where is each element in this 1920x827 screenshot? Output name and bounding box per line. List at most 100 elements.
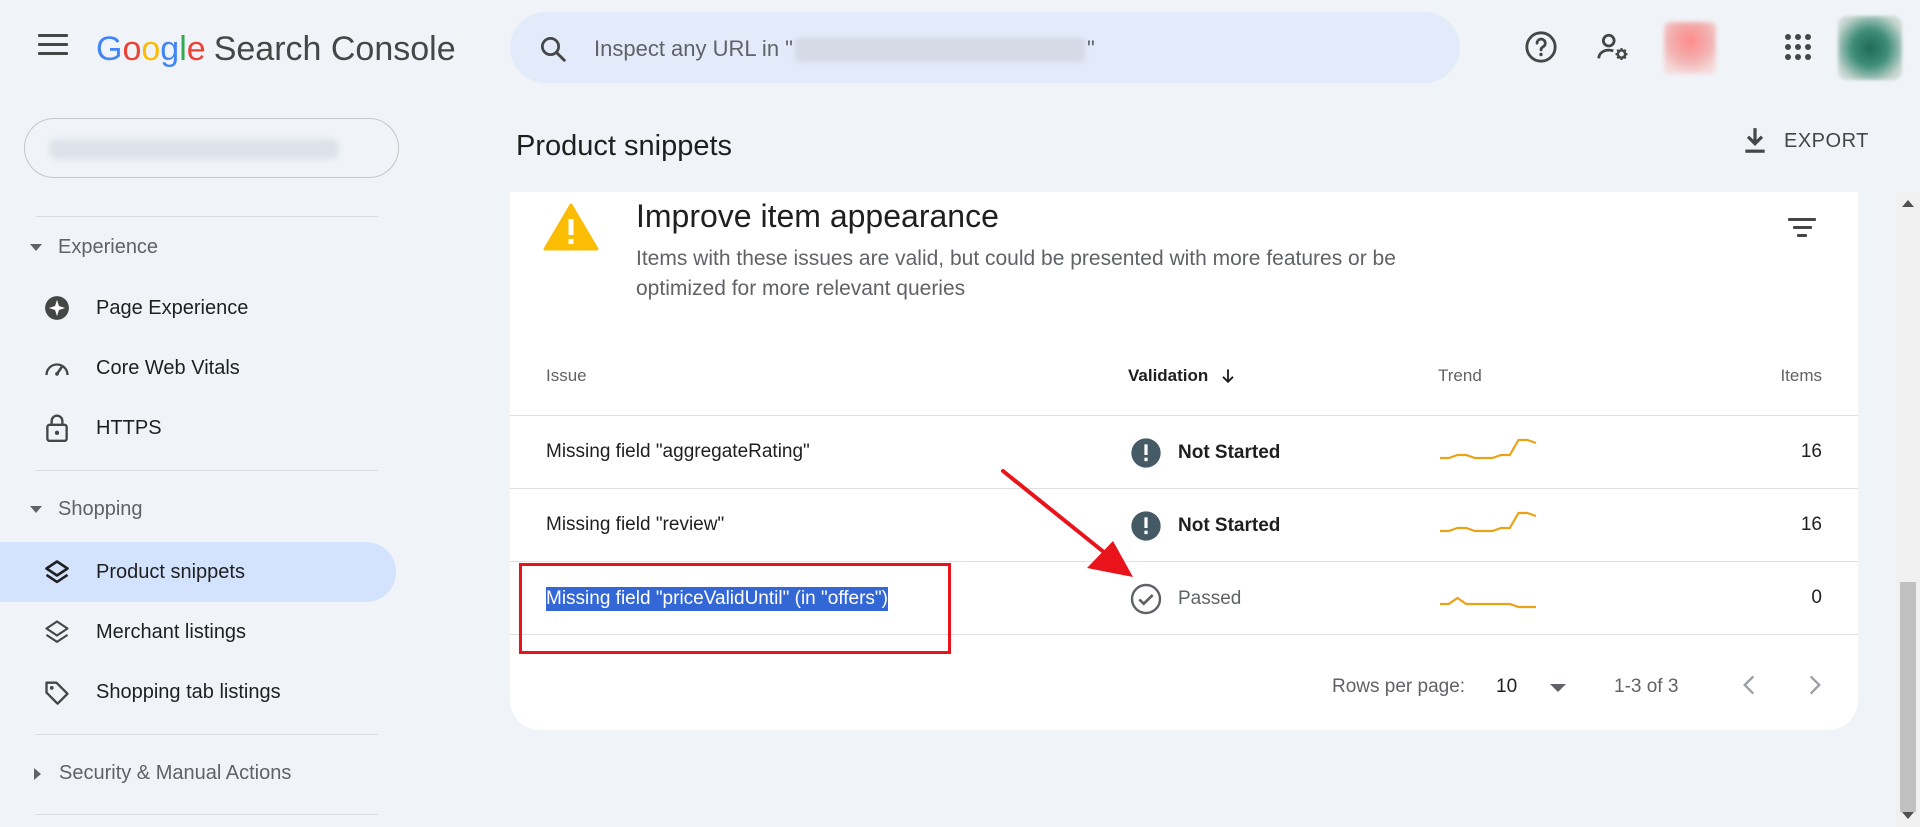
chevron-right-icon[interactable]: [1802, 670, 1828, 700]
sidebar-divider: [36, 470, 378, 471]
search-placeholder-suffix: ": [1086, 36, 1095, 61]
column-header-validation[interactable]: Validation: [1128, 366, 1238, 386]
table-row[interactable]: Missing field "aggregateRating" Not Star…: [510, 416, 1858, 489]
trend-line: [1440, 511, 1537, 533]
sidebar-section-security[interactable]: Security & Manual Actions: [30, 762, 291, 785]
issue-name: Missing field "review": [546, 514, 725, 535]
speedometer-icon: [42, 353, 72, 383]
sidebar-item-https[interactable]: HTTPS: [0, 398, 396, 458]
scrollbar[interactable]: [1896, 192, 1920, 827]
caret-down-icon: [30, 506, 42, 513]
card-subtitle: Items with these issues are valid, but c…: [636, 247, 1396, 300]
rows-per-page-select[interactable]: 10: [1496, 676, 1517, 698]
lock-icon: [42, 413, 72, 443]
scroll-up-arrow-icon[interactable]: [1902, 200, 1914, 207]
filter-icon[interactable]: [1788, 218, 1816, 240]
sidebar-item-shopping-tab-listings[interactable]: Shopping tab listings: [0, 662, 396, 722]
layers-icon: [42, 557, 72, 587]
validation-status: Not Started: [1130, 437, 1280, 469]
product-name: Search Console: [213, 30, 456, 68]
help-icon[interactable]: [1524, 30, 1558, 64]
apps-icon[interactable]: [1785, 34, 1811, 60]
sidebar-section-shopping[interactable]: Shopping: [30, 498, 143, 521]
trend-sparkline: [1440, 511, 1537, 533]
sidebar-item-core-web-vitals[interactable]: Core Web Vitals: [0, 338, 396, 398]
pagination: Rows per page: 10 1-3 of 3: [510, 664, 1858, 704]
search-input[interactable]: Inspect any URL in " ": [594, 36, 1095, 63]
manage-account-icon[interactable]: [1596, 30, 1630, 64]
section-label: Experience: [58, 236, 159, 258]
trend-sparkline: [1440, 438, 1537, 460]
column-header-issue[interactable]: Issue: [546, 366, 587, 386]
sort-arrow-down-icon: [1222, 369, 1234, 384]
validation-label: Not Started: [1178, 515, 1281, 536]
sidebar-divider: [36, 814, 378, 815]
logo-letter: o: [122, 30, 142, 68]
sidebar-item-product-snippets[interactable]: Product snippets: [0, 542, 396, 602]
logo-letter: o: [141, 30, 161, 68]
logo-letter: l: [179, 30, 187, 68]
passed-check-icon: [1130, 583, 1162, 615]
validation-label: Not Started: [1178, 442, 1281, 463]
annotation-arrow-icon: [1001, 469, 1133, 577]
sidebar-item-label: Page Experience: [96, 296, 249, 319]
validation-status: Passed: [1130, 583, 1241, 615]
account-avatar[interactable]: [1838, 16, 1902, 80]
trend-sparkline: [1440, 596, 1536, 609]
url-inspection-search[interactable]: Inspect any URL in " ": [510, 12, 1460, 83]
export-button[interactable]: EXPORT: [1742, 126, 1869, 156]
items-count: 16: [1800, 441, 1822, 462]
sidebar-item-label: Merchant listings: [96, 620, 247, 643]
items-count: 16: [1800, 514, 1822, 535]
sidebar-item-merchant-listings[interactable]: Merchant listings: [0, 602, 396, 662]
dropdown-caret-icon[interactable]: [1550, 684, 1566, 692]
export-label: EXPORT: [1784, 129, 1869, 152]
page-experience-icon: [42, 293, 72, 323]
search-icon: [541, 37, 566, 62]
scroll-down-arrow-icon[interactable]: [1902, 812, 1914, 819]
sidebar-item-label: Shopping tab listings: [96, 680, 281, 703]
app-logo[interactable]: Google Search Console: [96, 30, 456, 69]
chevron-left-icon[interactable]: [1736, 670, 1762, 700]
section-label: Security & Manual Actions: [59, 762, 292, 784]
layers-outline-icon: [42, 617, 72, 647]
tag-icon: [42, 677, 72, 707]
validation-label: Passed: [1178, 588, 1242, 609]
caret-down-icon: [30, 244, 42, 251]
card-title: Improve item appearance: [636, 198, 999, 234]
sidebar-divider: [36, 216, 378, 217]
account-avatar-secondary[interactable]: [1664, 22, 1716, 74]
caret-right-icon: [34, 767, 41, 780]
sidebar-item-label: Product snippets: [96, 560, 245, 583]
warning-icon: [543, 203, 599, 251]
logo-letter: g: [160, 30, 180, 68]
sidebar: Experience Page Experience Core Web Vita…: [0, 96, 400, 827]
redacted-property: [794, 38, 1085, 63]
column-header-label: Validation: [1128, 366, 1209, 385]
top-bar: Google Search Console Inspect any URL in …: [0, 0, 1920, 96]
issue-name: Missing field "aggregateRating": [546, 441, 810, 462]
column-header-trend: Trend: [1438, 366, 1482, 385]
page-title: Product snippets: [516, 130, 733, 162]
sidebar-item-page-experience[interactable]: Page Experience: [0, 278, 396, 338]
logo-letter: e: [186, 30, 206, 68]
table-header: Issue Validation Trend Items: [510, 342, 1858, 416]
menu-icon[interactable]: [38, 34, 68, 56]
trend-line: [1440, 438, 1537, 460]
page-range: 1-3 of 3: [1614, 676, 1679, 697]
rows-per-page-label: Rows per page:: [1332, 676, 1466, 697]
sidebar-item-label: Core Web Vitals: [96, 356, 240, 379]
scrollbar-thumb[interactable]: [1900, 582, 1916, 812]
annotation-highlight-box: [519, 563, 951, 654]
column-header-items[interactable]: Items: [1780, 366, 1822, 386]
items-count: 0: [1811, 587, 1822, 608]
logo-letter: G: [96, 30, 123, 68]
property-selector[interactable]: [24, 118, 399, 178]
trend-line: [1440, 596, 1536, 609]
redacted-property-name: [49, 139, 339, 159]
table-row[interactable]: Missing field "review" Not Started 16: [510, 489, 1858, 562]
sidebar-section-experience[interactable]: Experience: [30, 236, 158, 259]
validation-status: Not Started: [1130, 510, 1280, 542]
sidebar-item-label: HTTPS: [96, 416, 162, 439]
section-label: Shopping: [58, 498, 143, 520]
